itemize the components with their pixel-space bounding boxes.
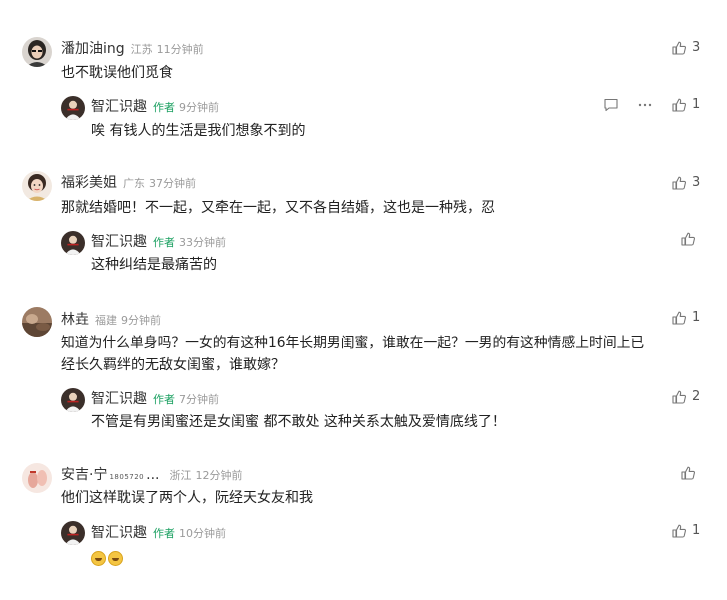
location: 广东 (123, 177, 145, 190)
comment-text: 也不耽误他们觅食 (61, 65, 173, 81)
reply-header: 智汇识趣 作者 33分钟前 (91, 231, 226, 251)
author-username[interactable]: 智汇识趣 (91, 96, 147, 116)
author-avatar[interactable] (61, 231, 85, 255)
user-avatar[interactable] (22, 37, 52, 67)
author-badge: 作者 (153, 236, 175, 249)
like-button[interactable]: 3 (672, 40, 700, 55)
reply-text: 这种纠结是最痛苦的 (91, 257, 217, 273)
comment-header: 安吉·宁 1805720 ... 浙江 12分钟前 (61, 464, 243, 484)
author-avatar[interactable] (61, 388, 85, 412)
comment-meta: 福建 9分钟前 (95, 312, 161, 328)
location: 浙江 (169, 469, 192, 482)
comment-meta: 浙江 12分钟前 (170, 467, 243, 483)
thumbs-up-icon (672, 524, 686, 538)
reply-button[interactable] (602, 98, 620, 112)
username-ellipsis: ... (146, 467, 160, 483)
timestamp: 33分钟前 (179, 236, 226, 249)
username[interactable]: 安吉·宁 (61, 464, 107, 484)
like-button[interactable]: 1 (672, 523, 700, 538)
author-username[interactable]: 智汇识趣 (91, 231, 147, 251)
more-button[interactable] (636, 98, 654, 112)
thumbs-up-icon (672, 390, 686, 404)
thumbs-up-icon (672, 176, 686, 190)
like-button[interactable] (681, 232, 701, 246)
laugh-cry-emoji (108, 550, 123, 566)
like-button[interactable]: 2 (672, 389, 700, 404)
user-avatar[interactable] (22, 171, 52, 201)
thumbs-up-icon (672, 41, 686, 55)
comment-header: 潘加油ing 江苏 11分钟前 (61, 38, 204, 58)
author-avatar[interactable] (61, 96, 85, 120)
comment-text: 那就结婚吧！不一起，又牵在一起，又不各自结婚，这也是一种残，忍 (61, 200, 495, 216)
username[interactable]: 林垚 (61, 309, 89, 329)
author-badge: 作者 (153, 393, 175, 406)
like-count: 3 (692, 175, 701, 190)
like-button[interactable]: 3 (672, 175, 700, 190)
more-dots-icon (637, 98, 653, 112)
reply-header: 智汇识趣 作者 7分钟前 (91, 388, 219, 408)
timestamp: 9分钟前 (179, 101, 219, 114)
timestamp: 11分钟前 (156, 43, 204, 56)
reply-text: 唉 有钱人的生活是我们想象不到的 (91, 123, 306, 139)
comment-header: 林垚 福建 9分钟前 (61, 309, 161, 329)
thumbs-up-icon (681, 466, 695, 480)
like-button[interactable]: 1 (672, 310, 700, 325)
user-avatar[interactable] (22, 307, 52, 337)
author-username[interactable]: 智汇识趣 (91, 388, 147, 408)
thumbs-up-icon (672, 98, 686, 112)
username[interactable]: 福彩美姐 (61, 172, 117, 192)
timestamp: 7分钟前 (179, 393, 219, 406)
author-badge: 作者 (153, 101, 175, 114)
location: 江苏 (130, 43, 153, 56)
timestamp: 37分钟前 (149, 177, 196, 190)
thumbs-up-icon (672, 311, 686, 325)
timestamp: 10分钟前 (179, 527, 226, 540)
reply-header: 智汇识趣 作者 9分钟前 (91, 96, 219, 116)
comment-header: 福彩美姐 广东 37分钟前 (61, 172, 196, 192)
reply-header: 智汇识趣 作者 10分钟前 (91, 522, 226, 542)
reply-emoji-row (91, 546, 727, 570)
location: 福建 (95, 314, 117, 327)
like-count: 1 (692, 97, 701, 112)
comment-meta: 江苏 11分钟前 (131, 41, 204, 57)
comment-text: 他们这样耽误了两个人，阮经天女友和我 (61, 490, 313, 506)
comment-bubble-icon (603, 98, 619, 112)
thumbs-up-icon (681, 232, 695, 246)
like-count: 1 (692, 523, 701, 538)
author-avatar[interactable] (61, 521, 85, 545)
user-avatar[interactable] (22, 463, 52, 493)
reply-text: 不管是有男闺蜜还是女闺蜜 都不敢处 这种关系太触及爱情底线了！ (91, 414, 506, 430)
like-button[interactable]: 1 (672, 97, 700, 112)
like-count: 1 (692, 310, 701, 325)
username-tag: 1805720 (109, 473, 145, 481)
like-count: 3 (692, 40, 701, 55)
like-button[interactable] (681, 466, 701, 480)
laugh-cry-emoji (91, 550, 106, 566)
timestamp: 12分钟前 (195, 469, 243, 482)
comment-text-line-2: 经长久羁绊的无敌女闺蜜，谁敢嫁？ (61, 357, 285, 373)
comment-meta: 广东 37分钟前 (123, 175, 196, 191)
author-username[interactable]: 智汇识趣 (91, 522, 147, 542)
timestamp: 9分钟前 (121, 314, 161, 327)
author-badge: 作者 (153, 527, 175, 540)
like-count: 2 (692, 389, 701, 404)
comment-text-line-1: 知道为什么单身吗？一女的有这种16年长期男闺蜜，谁敢在一起？一男的有这种情感上时… (61, 335, 645, 351)
username[interactable]: 潘加油ing (61, 38, 125, 58)
